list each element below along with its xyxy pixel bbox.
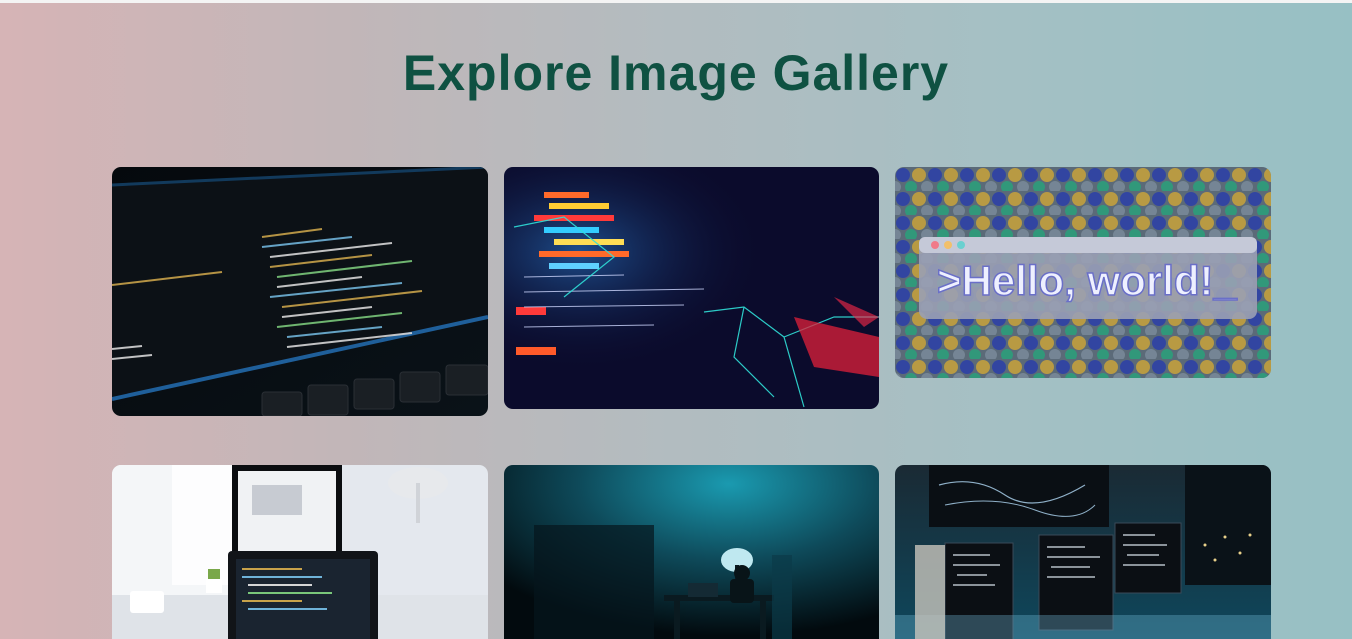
gallery-image-hello-world[interactable]: >Hello, world!_ bbox=[895, 167, 1271, 378]
gallery-image-monitors-server-room[interactable] bbox=[895, 465, 1271, 639]
hello-world-terminal-image: >Hello, world!_ bbox=[895, 167, 1271, 378]
abstract-code-network-image bbox=[504, 167, 879, 409]
gallery-image-bright-desk-laptop[interactable] bbox=[112, 465, 488, 639]
gallery-image-laptop-code-editor[interactable] bbox=[112, 167, 488, 416]
top-border bbox=[0, 0, 1352, 3]
page-title: Explore Image Gallery bbox=[402, 45, 950, 101]
hello-world-text: >Hello, world!_ bbox=[937, 257, 1238, 304]
hacker-dark-room-image bbox=[504, 465, 879, 639]
gallery-image-abstract-code-network[interactable] bbox=[504, 167, 879, 409]
bright-desk-laptop-image bbox=[112, 465, 488, 639]
laptop-code-editor-image bbox=[112, 167, 488, 416]
monitors-server-room-image bbox=[895, 465, 1271, 639]
gallery-image-hacker-dark-room[interactable] bbox=[504, 465, 879, 639]
